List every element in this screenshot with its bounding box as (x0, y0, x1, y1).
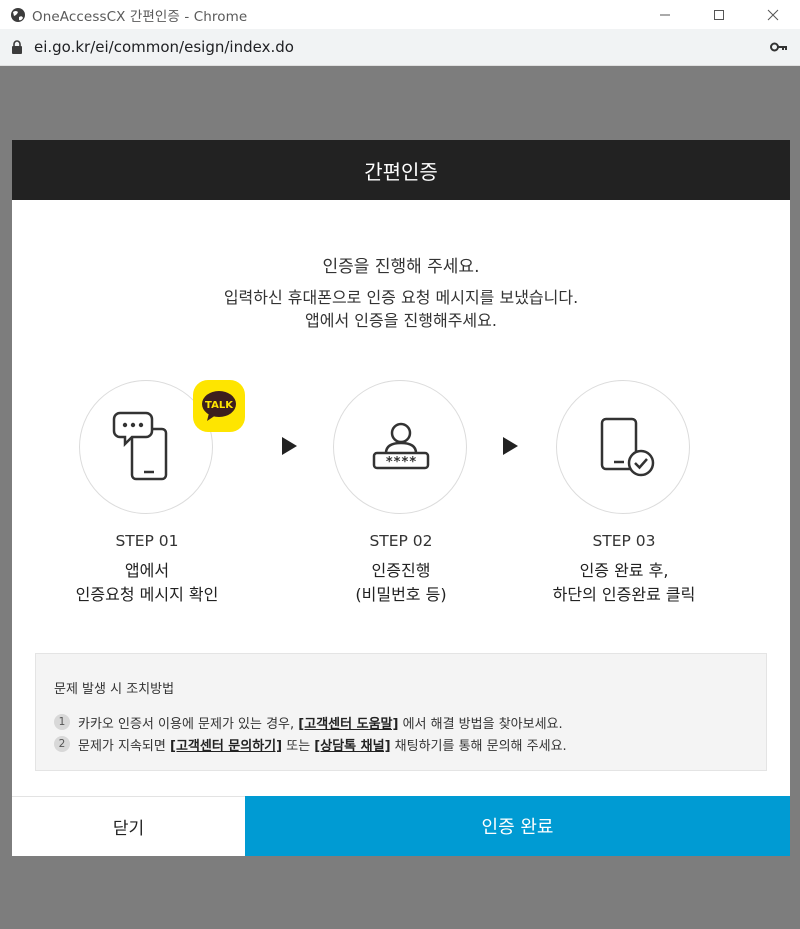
window-titlebar: OneAccessCX 간편인증 - Chrome (0, 0, 800, 29)
maximize-icon (714, 9, 724, 20)
step-01-desc-line2: 인증요청 메시지 확인 (75, 585, 219, 604)
phone-check-icon (600, 417, 655, 477)
step-01-desc-line1: 앱에서 (124, 561, 170, 580)
window-controls (638, 0, 800, 29)
troubleshoot-item-2-or: 또는 (286, 738, 311, 754)
help-center-guide-link[interactable]: [고객센터 도움말] (298, 713, 398, 732)
step-03-title: STEP 03 (592, 532, 656, 550)
step-arrow-2 (503, 437, 518, 455)
window-title: OneAccessCX 간편인증 - Chrome (32, 8, 248, 25)
close-icon (767, 9, 779, 20)
number-badge-2: 2 (54, 736, 70, 752)
troubleshoot-item-1-text: 카카오 인증서 이용에 문제가 있는 경우, (78, 716, 295, 732)
step-02-desc-line2: (비밀번호 등) (355, 585, 447, 604)
close-window-button[interactable] (746, 0, 800, 29)
troubleshoot-item-2-text-end: 채팅하기를 통해 문의해 주세요. (394, 738, 567, 754)
troubleshoot-item-2: 2 문제가 지속되면 [고객센터 문의하기] 또는 [상담톡 채널] 채팅하기를… (54, 733, 748, 755)
password-mask-text: **** (385, 455, 416, 470)
step-02-desc: 인증진행 (비밀번호 등) (276, 559, 526, 607)
auth-message-sub: 입력하신 휴대폰으로 인증 요청 메시지를 보냈습니다. 앱에서 인증을 진행해… (12, 286, 790, 332)
kakaotalk-icon: TALK (202, 391, 236, 421)
modal-header: 간편인증 (12, 140, 790, 200)
key-icon[interactable] (770, 41, 788, 53)
close-button[interactable]: 닫기 (12, 796, 245, 856)
step-01-desc: 앱에서 인증요청 메시지 확인 (22, 559, 272, 607)
step-03-circle (556, 380, 690, 514)
chat-channel-link[interactable]: [상담톡 채널] (314, 735, 390, 754)
auth-message-line2: 앱에서 인증을 진행해주세요. (305, 311, 497, 330)
url-text[interactable]: ei.go.kr/ei/common/esign/index.do (34, 38, 294, 56)
troubleshoot-item-2-text: 문제가 지속되면 (78, 738, 166, 754)
user-password-icon: **** (372, 422, 430, 470)
step-02-desc-line1: 인증진행 (371, 561, 431, 580)
troubleshoot-item-1: 1 카카오 인증서 이용에 문제가 있는 경우, [고객센터 도움말] 에서 해… (54, 711, 748, 733)
troubleshoot-item-1-text-end: 에서 해결 방법을 찾아보세요. (402, 716, 563, 732)
help-center-inquiry-link[interactable]: [고객센터 문의하기] (170, 735, 282, 754)
step-03-desc: 인증 완료 후, 하단의 인증완료 클릭 (499, 559, 749, 607)
troubleshoot-title: 문제 발생 시 조치방법 (54, 682, 175, 697)
auth-complete-button[interactable]: 인증 완료 (245, 796, 790, 856)
step-02-title: STEP 02 (369, 532, 433, 550)
auth-message-line1: 입력하신 휴대폰으로 인증 요청 메시지를 보냈습니다. (223, 288, 579, 307)
troubleshoot-box: 문제 발생 시 조치방법 1 카카오 인증서 이용에 문제가 있는 경우, [고… (35, 653, 767, 771)
step-03-desc-line1: 인증 완료 후, (579, 561, 669, 580)
kakaotalk-label: TALK (205, 400, 234, 411)
minimize-icon (660, 14, 670, 15)
lock-icon (12, 40, 22, 54)
step-arrow-1 (282, 437, 297, 455)
kakaotalk-logo: TALK (193, 380, 245, 432)
auth-modal: 간편인증 인증을 진행해 주세요. 입력하신 휴대폰으로 인증 요청 메시지를 … (12, 140, 790, 856)
address-bar[interactable]: ei.go.kr/ei/common/esign/index.do (0, 29, 800, 66)
auth-message-main: 인증을 진행해 주세요. (322, 257, 480, 277)
maximize-button[interactable] (692, 0, 746, 29)
step-01-title: STEP 01 (115, 532, 179, 550)
number-badge-1: 1 (54, 714, 70, 730)
globe-icon (11, 7, 25, 22)
step-02-circle: **** (333, 380, 467, 514)
minimize-button[interactable] (638, 0, 692, 29)
step-03-desc-line2: 하단의 인증완료 클릭 (552, 585, 696, 604)
